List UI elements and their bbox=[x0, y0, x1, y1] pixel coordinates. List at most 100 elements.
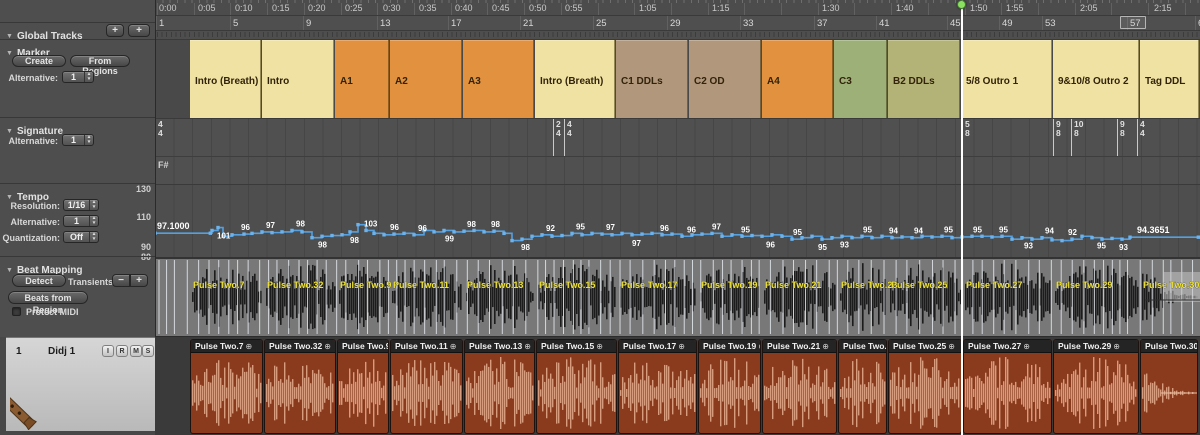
marker-track[interactable]: Intro (Breath)IntroA1A2A3Intro (Breath)C… bbox=[155, 39, 1200, 118]
beat-mapping-track[interactable]: Pulse Two.7Pulse Two.32Pulse Two.9Pulse … bbox=[155, 257, 1200, 336]
beat-region-label: Pulse Two.30 bbox=[1143, 280, 1199, 290]
signature-value[interactable]: 44 bbox=[567, 120, 572, 138]
marker-region[interactable]: A4 bbox=[762, 40, 833, 118]
playhead[interactable] bbox=[961, 0, 963, 435]
solo-button[interactable]: S bbox=[142, 345, 154, 357]
beat-region-label: Pulse Two.17 bbox=[621, 280, 677, 290]
signature-value[interactable]: 44 bbox=[158, 120, 163, 138]
audio-region[interactable]: Pulse Two.11⊕ bbox=[390, 339, 463, 434]
time-tick bbox=[744, 3, 745, 15]
tempo-alternative-value: 1 bbox=[64, 216, 89, 226]
add-global-track-button[interactable]: + bbox=[106, 24, 124, 37]
transients-plus-button[interactable]: + bbox=[130, 274, 148, 287]
stepper-arrows-icon[interactable]: ▴▾ bbox=[84, 135, 93, 145]
bar-tick bbox=[448, 16, 449, 30]
marker-region[interactable]: 9&10/8 Outro 2 bbox=[1053, 40, 1139, 118]
tempo-alternative-stepper[interactable]: 1 ▴▾ bbox=[63, 215, 99, 227]
audio-region[interactable]: Pulse Two.21⊕ bbox=[762, 339, 837, 434]
marker-region[interactable]: Intro bbox=[262, 40, 334, 118]
stepper-arrows-icon[interactable]: ▴▾ bbox=[89, 200, 98, 210]
tempo-disclosure-icon[interactable]: ▼ bbox=[6, 194, 13, 201]
beat-region-label: Pulse Two.32 bbox=[267, 280, 323, 290]
marker-region[interactable]: Intro (Breath) bbox=[535, 40, 615, 118]
marker-region[interactable]: A1 bbox=[335, 40, 389, 118]
time-tick bbox=[1111, 3, 1112, 15]
marker-region[interactable]: A3 bbox=[463, 40, 534, 118]
audio-region[interactable]: Pulse Two.29⊕ bbox=[1053, 339, 1139, 434]
tempo-curve[interactable]: 1019697989898103969699989898929597979696… bbox=[155, 185, 1200, 257]
marker-region[interactable]: C2 OD bbox=[689, 40, 761, 118]
marker-create-button[interactable]: Create bbox=[12, 55, 66, 67]
time-tick bbox=[267, 3, 268, 15]
audio-region[interactable]: Pulse Two.23⊕ bbox=[838, 339, 887, 434]
marker-region[interactable]: A2 bbox=[390, 40, 462, 118]
key-signature-track[interactable]: F# bbox=[155, 156, 1200, 184]
signature-track[interactable]: 44 24 44 58 98 108 98 44 bbox=[155, 118, 1200, 156]
add-multiple-global-tracks-button[interactable]: + bbox=[128, 24, 150, 37]
time-tick bbox=[487, 3, 488, 15]
playhead-marker-dot[interactable] bbox=[957, 0, 966, 9]
audio-region-label: Pulse Two.32 bbox=[269, 341, 322, 351]
audio-region[interactable]: Pulse Two.32⊕ bbox=[264, 339, 336, 434]
signature-value[interactable]: 58 bbox=[965, 120, 970, 138]
signature-value[interactable]: 98 bbox=[1056, 120, 1061, 138]
transients-minus-button[interactable]: − bbox=[112, 274, 130, 287]
beats-from-region-button[interactable]: Beats from Region bbox=[8, 291, 88, 304]
signature-value[interactable]: 98 bbox=[1120, 120, 1125, 138]
signature-disclosure-icon[interactable]: ▼ bbox=[6, 128, 13, 135]
tempo-track[interactable]: 1019697989898103969699989898929597979696… bbox=[155, 184, 1200, 257]
time-ruler[interactable]: 0:000:050:100:150:200:250:300:350:400:45… bbox=[155, 0, 1200, 15]
audio-waveform bbox=[338, 353, 388, 433]
svg-text:95: 95 bbox=[1097, 242, 1106, 251]
marker-region[interactable]: Intro (Breath) bbox=[190, 40, 261, 118]
marker-region[interactable]: B2 DDLs bbox=[888, 40, 960, 118]
svg-text:96: 96 bbox=[687, 225, 696, 234]
audio-region[interactable]: Pulse Two.19⊕ bbox=[698, 339, 761, 434]
stepper-arrows-icon[interactable]: ▴▾ bbox=[89, 232, 98, 242]
track-header-didj[interactable]: 1 Didj 1 I R M S bbox=[6, 337, 155, 431]
svg-text:92: 92 bbox=[1068, 228, 1077, 237]
audio-region[interactable]: Pulse Two.13⊕ bbox=[464, 339, 535, 434]
svg-text:95: 95 bbox=[793, 228, 802, 237]
beat-mapping-disclosure-icon[interactable]: ▼ bbox=[6, 267, 13, 274]
audio-track-lane[interactable]: Pulse Two.7⊕Pulse Two.32⊕Pulse Two.9⊕Pul… bbox=[155, 336, 1200, 435]
marker-region[interactable]: Tag DDL bbox=[1140, 40, 1199, 118]
marker-alternative-stepper[interactable]: 1 ▴▾ bbox=[62, 71, 94, 83]
signature-value[interactable]: 24 bbox=[556, 120, 561, 138]
stepper-arrows-icon[interactable]: ▴▾ bbox=[89, 216, 98, 226]
audio-region[interactable]: Pulse Two.9⊕ bbox=[337, 339, 389, 434]
time-label: 0:20 bbox=[308, 3, 326, 13]
marker-region[interactable]: C1 DDLs bbox=[616, 40, 688, 118]
tempo-quantization-stepper[interactable]: Off ▴▾ bbox=[63, 231, 99, 243]
marker-region[interactable]: 5/8 Outro 1 bbox=[961, 40, 1052, 118]
audio-region-label: Pulse Two.27 bbox=[968, 341, 1021, 351]
signature-value[interactable]: 44 bbox=[1140, 120, 1145, 138]
beat-region-label: Pulse Two.27 bbox=[966, 280, 1022, 290]
marker-region[interactable]: C3 bbox=[834, 40, 887, 118]
audio-region[interactable]: Pulse Two.7⊕ bbox=[190, 339, 263, 434]
bar-ruler[interactable]: 15913172125293337414549535761 bbox=[155, 15, 1200, 30]
audio-region[interactable]: Pulse Two.25⊕ bbox=[888, 339, 962, 434]
signature-value[interactable]: 108 bbox=[1074, 120, 1083, 138]
marker-label: C2 OD bbox=[694, 76, 725, 87]
beat-mapping-detect-button[interactable]: Detect bbox=[12, 274, 66, 287]
time-label: 0:35 bbox=[419, 3, 437, 13]
svg-text:94.3651: 94.3651 bbox=[1137, 225, 1170, 235]
audio-region[interactable]: Pulse Two.17⊕ bbox=[618, 339, 697, 434]
protect-midi-checkbox[interactable] bbox=[12, 307, 21, 316]
audio-region[interactable]: Pulse Two.27⊕ bbox=[963, 339, 1052, 434]
stepper-arrows-icon[interactable]: ▴▾ bbox=[84, 72, 93, 82]
svg-text:93: 93 bbox=[1024, 242, 1033, 251]
signature-alternative-stepper[interactable]: 1 ▴▾ bbox=[62, 134, 94, 146]
svg-text:94: 94 bbox=[1045, 227, 1054, 236]
time-tick bbox=[854, 3, 855, 15]
time-label: 0:10 bbox=[235, 3, 253, 13]
apple-loop-icon: ⊕ bbox=[246, 342, 253, 351]
audio-region[interactable]: Pulse Two.30⊕ bbox=[1140, 339, 1198, 434]
tempo-resolution-stepper[interactable]: 1/16 ▴▾ bbox=[63, 199, 99, 211]
mute-button[interactable]: M bbox=[130, 345, 142, 357]
marker-disclosure-icon[interactable]: ▼ bbox=[6, 50, 13, 57]
beat-mapping-canvas[interactable]: Pulse Two.7Pulse Two.32Pulse Two.9Pulse … bbox=[155, 259, 1200, 336]
marker-from-regions-button[interactable]: From Regions bbox=[70, 55, 130, 67]
audio-region[interactable]: Pulse Two.15⊕ bbox=[536, 339, 617, 434]
